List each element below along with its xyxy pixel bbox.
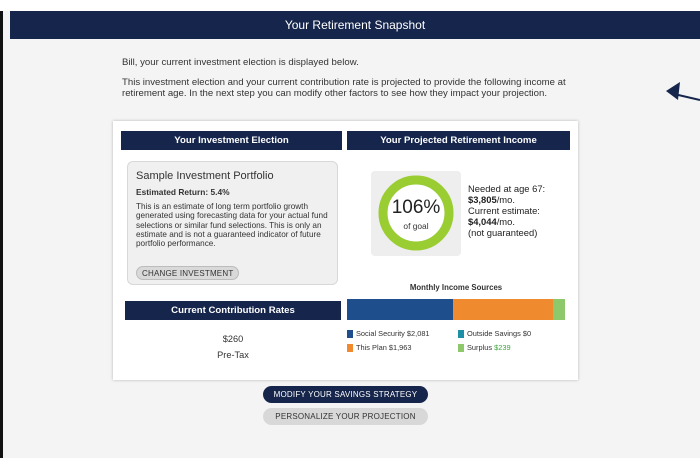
portfolio-description: This is an estimate of long term portfol… bbox=[136, 202, 328, 249]
projected-income-header: Your Projected Retirement Income bbox=[347, 131, 570, 150]
outside-savings-swatch bbox=[458, 329, 464, 338]
surplus-value: $239 bbox=[494, 343, 511, 352]
current-amount: $4,044 bbox=[468, 216, 497, 227]
income-sources-bar bbox=[347, 299, 565, 320]
personalize-projection-button[interactable]: PERSONALIZE YOUR PROJECTION bbox=[263, 408, 428, 425]
portfolio-name: Sample Investment Portfolio bbox=[136, 170, 274, 182]
social-security-label: Social Security $2,081 bbox=[356, 329, 430, 338]
monthly-sources-title: Monthly Income Sources bbox=[409, 283, 503, 292]
modify-savings-strategy-button[interactable]: MODIFY YOUR SAVINGS STRATEGY bbox=[263, 386, 428, 403]
investment-election-header: Your Investment Election bbox=[121, 131, 342, 150]
legend-social-security: Social Security $2,081 bbox=[347, 329, 430, 338]
current-note: (not guaranteed) bbox=[468, 227, 538, 238]
legend-this-plan: This Plan $1,963 bbox=[347, 343, 411, 352]
current-unit: /mo. bbox=[496, 216, 515, 227]
title-bar: Your Retirement Snapshot bbox=[10, 11, 700, 39]
arrow-icon bbox=[664, 78, 700, 113]
intro-line-1: Bill, your current investment election i… bbox=[122, 57, 359, 68]
portfolio-panel: Sample Investment Portfolio Estimated Re… bbox=[127, 161, 338, 285]
snapshot-card: Your Investment Election Your Projected … bbox=[113, 121, 578, 380]
surplus-label: Surplus bbox=[467, 343, 495, 352]
change-investment-button[interactable]: CHANGE INVESTMENT bbox=[136, 266, 240, 280]
needed-value: $3,805/mo. bbox=[468, 194, 545, 205]
page-title: Your Retirement Snapshot bbox=[284, 18, 426, 32]
surplus-swatch bbox=[458, 343, 464, 352]
goal-gauge: 106% of goal bbox=[371, 171, 461, 256]
legend-outside-savings: Outside Savings $0 bbox=[458, 329, 531, 338]
contribution-amount: $260 bbox=[222, 334, 244, 344]
investment-election-title: Your Investment Election bbox=[174, 135, 289, 146]
legend-surplus: Surplus $239 bbox=[458, 343, 511, 352]
income-summary: Needed at age 67: $3,805/mo. Current est… bbox=[468, 183, 545, 238]
current-value: $4,044/mo. bbox=[468, 216, 545, 227]
estimated-return: Estimated Return: 5.4% bbox=[136, 187, 230, 197]
outside-savings-label: Outside Savings $0 bbox=[467, 329, 532, 338]
gauge-percent: 106% bbox=[391, 197, 441, 218]
this-plan-label: This Plan $1,963 bbox=[356, 343, 412, 352]
this-plan-swatch bbox=[347, 343, 353, 352]
top-strip bbox=[0, 0, 700, 11]
current-label: Current estimate: bbox=[468, 205, 540, 216]
gauge-label: of goal bbox=[403, 221, 429, 231]
intro-text: Bill, your current investment election i… bbox=[122, 57, 582, 108]
needed-unit: /mo. bbox=[496, 194, 515, 205]
contribution-type: Pre-Tax bbox=[217, 350, 249, 360]
needed-label: Needed at age 67: bbox=[468, 183, 546, 194]
this-plan-segment bbox=[452, 299, 553, 320]
social-security-swatch bbox=[347, 329, 353, 338]
contribution-title: Current Contribution Rates bbox=[171, 305, 295, 316]
needed-amount: $3,805 bbox=[468, 194, 497, 205]
social-security-segment bbox=[347, 299, 453, 320]
projected-income-title: Your Projected Retirement Income bbox=[380, 135, 537, 146]
contribution-header: Current Contribution Rates bbox=[125, 301, 341, 320]
intro-line-2: This investment election and your curren… bbox=[122, 77, 566, 99]
surplus-segment bbox=[552, 299, 565, 320]
